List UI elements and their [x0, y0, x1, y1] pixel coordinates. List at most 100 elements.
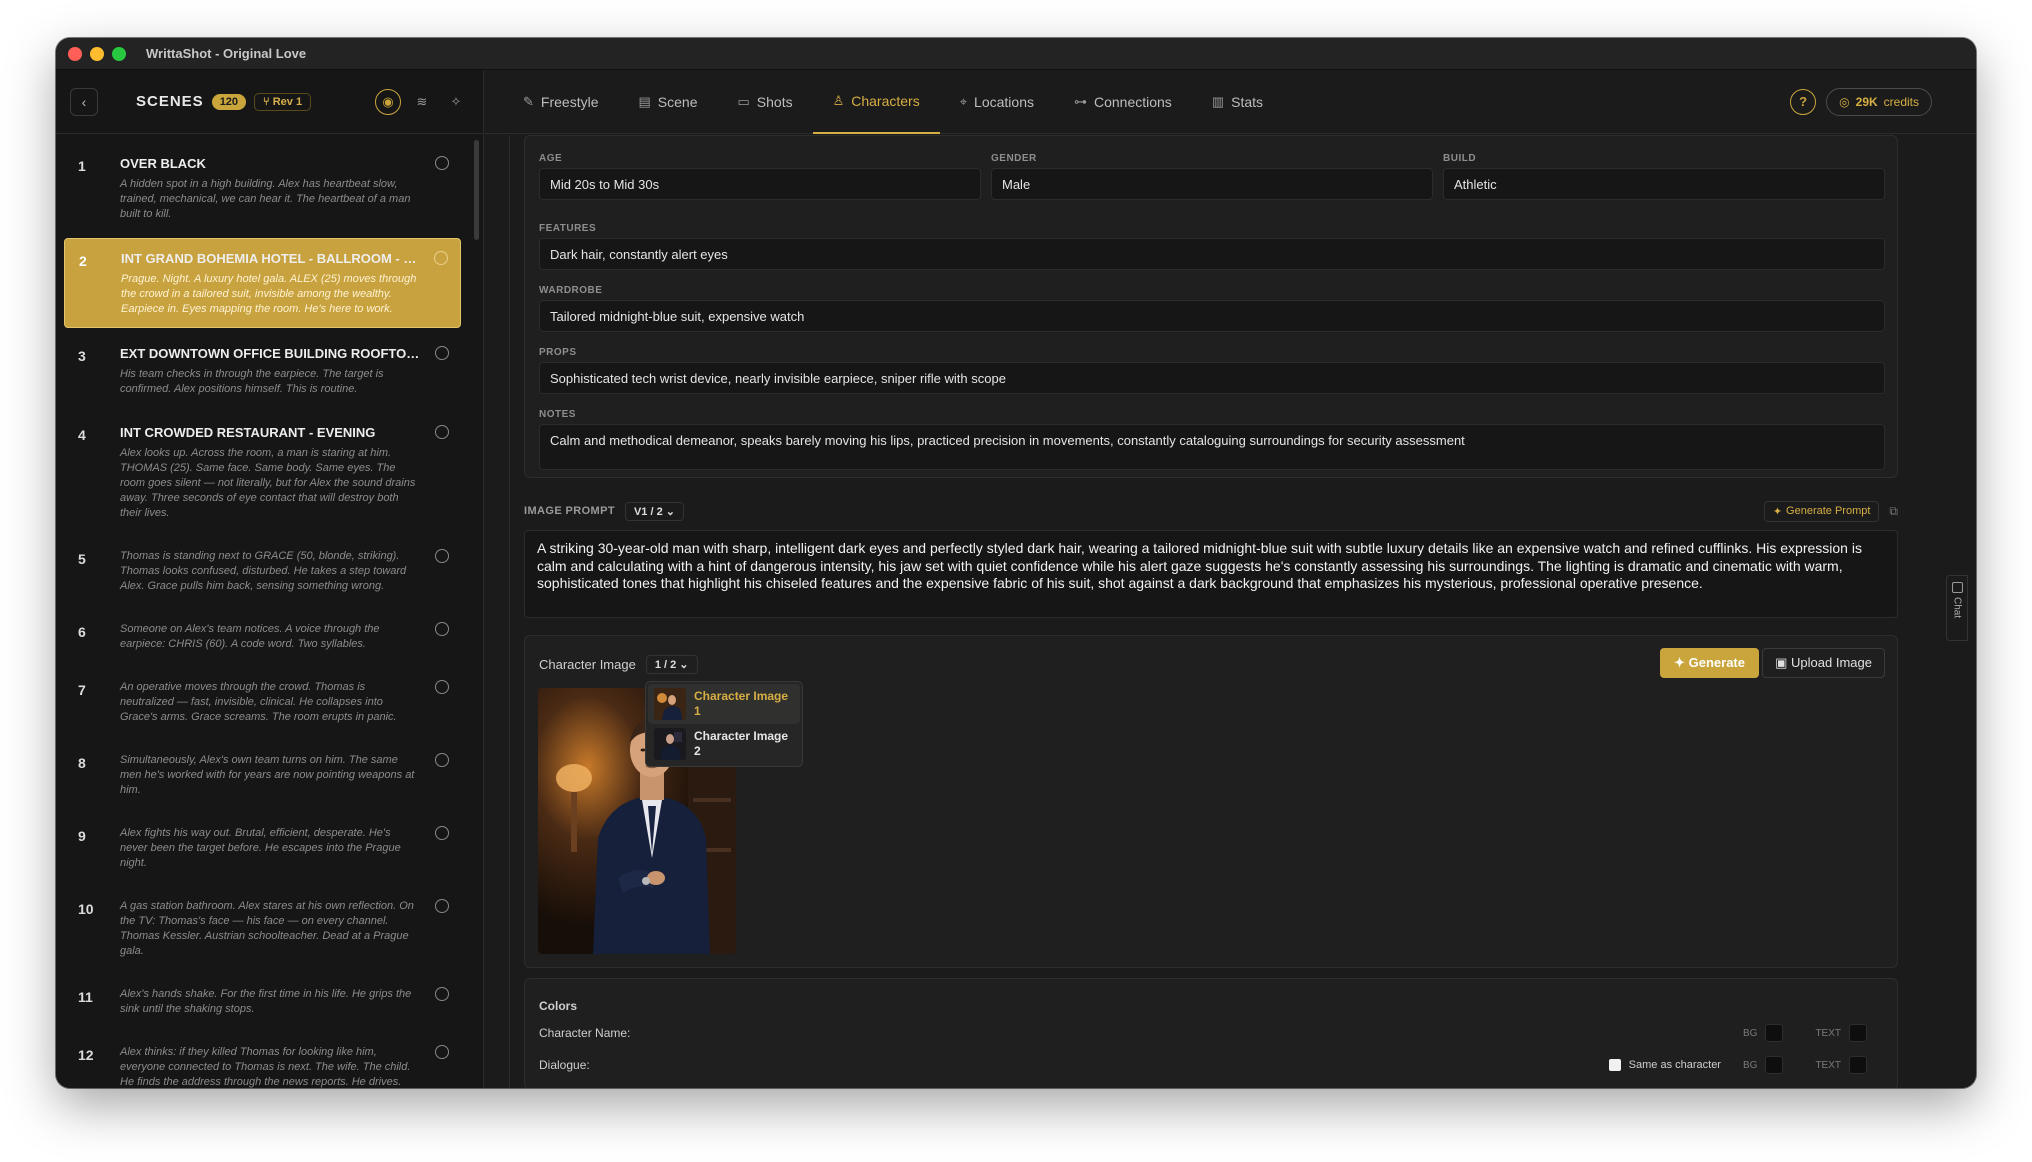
image-prompt-label: IMAGE PROMPT — [524, 505, 615, 517]
scene-status-circle[interactable] — [435, 899, 449, 913]
window-title: WrittaShot - Original Love — [146, 46, 307, 61]
back-button[interactable]: ‹ — [70, 87, 98, 116]
scene-status-circle[interactable] — [435, 346, 449, 360]
name-bg-color-swatch[interactable] — [1765, 1024, 1784, 1042]
chat-toggle[interactable]: Chat — [1946, 575, 1968, 641]
revision-label: Rev 1 — [272, 95, 303, 108]
build-field[interactable]: Athletic — [1443, 168, 1885, 200]
notes-field[interactable]: Calm and methodical demeanor, speaks bar… — [539, 424, 1885, 470]
scene-status-circle[interactable] — [435, 680, 449, 694]
scene-heading: INT GRAND BOHEMIA HOTEL - BALLROOM - NI.… — [121, 251, 420, 266]
dropdown-option-label: Character Image 2 — [694, 729, 789, 758]
tab-scene[interactable]: ▤ Scene — [618, 70, 717, 134]
same-as-character-checkbox[interactable] — [1608, 1059, 1621, 1071]
top-navigation: ✎ Freestyle ▤ Scene ▭ Shots ♙ Characters ⌖ Lo… — [485, 70, 1976, 134]
image-version-dropdown: Character Image 1 Character Image 2 — [645, 681, 803, 767]
eye-icon[interactable]: ◉ — [375, 88, 401, 115]
image-prompt-header: IMAGE PROMPT V1 / 2 ⌄ ✦ Generate Prompt ⧉ — [524, 500, 1898, 522]
branch-icon: ⑂ — [263, 95, 273, 108]
scene-item[interactable]: 4 INT CROWDED RESTAURANT - EVENING Alex … — [64, 413, 461, 531]
tab-connections[interactable]: ⊶ Connections — [1054, 70, 1192, 134]
name-text-color-swatch[interactable] — [1849, 1024, 1867, 1042]
revision-badge[interactable]: ⑂ Rev 1 — [254, 92, 312, 111]
scene-status-circle[interactable] — [435, 753, 449, 767]
tab-locations[interactable]: ⌖ Locations — [940, 70, 1054, 134]
image-icon: ▣ — [1775, 655, 1792, 670]
tab-stats[interactable]: ▥ Stats — [1192, 70, 1283, 134]
help-button[interactable]: ? — [1790, 88, 1817, 115]
scene-item[interactable]: 8 Simultaneously, Alex's own team turns … — [64, 741, 461, 808]
scene-item[interactable]: 12 Alex thinks: if they killed Thomas fo… — [64, 1033, 461, 1088]
upload-image-label: Upload Image — [1791, 655, 1872, 670]
age-field[interactable]: Mid 20s to Mid 30s — [539, 168, 981, 200]
upload-image-button[interactable]: ▣ Upload Image — [1762, 648, 1885, 678]
scene-item[interactable]: 9 Alex fights his way out. Brutal, effic… — [64, 814, 461, 881]
character-name-color-row: Character Name: BG TEXT — [539, 1023, 1867, 1043]
scene-status-circle[interactable] — [435, 549, 449, 563]
tab-label: Freestyle — [540, 93, 599, 110]
scene-item[interactable]: 3 EXT DOWNTOWN OFFICE BUILDING ROOFTOP -… — [64, 334, 461, 407]
scene-status-circle[interactable] — [434, 251, 448, 265]
notes-label: NOTES — [539, 409, 576, 420]
character-image-label: Character Image — [539, 657, 636, 672]
image-prompt-textarea[interactable]: A striking 30-year-old man with sharp, i… — [524, 530, 1898, 618]
scene-item[interactable]: 6 Someone on Alex's team notices. A voic… — [64, 610, 461, 662]
scene-status-circle[interactable] — [435, 987, 449, 1001]
dialogue-text-color-swatch[interactable] — [1849, 1056, 1867, 1074]
sidebar-scrollbar[interactable] — [474, 140, 479, 240]
scene-item[interactable]: 5 Thomas is standing next to GRACE (50, … — [64, 537, 461, 604]
tab-shots[interactable]: ▭ Shots — [717, 70, 812, 134]
dropdown-option-image-1[interactable]: Character Image 1 — [648, 684, 800, 724]
chevron-down-icon: ⌄ — [665, 505, 675, 518]
gender-label: GENDER — [991, 153, 1037, 164]
bg-label: BG — [1742, 1059, 1758, 1071]
bg-label: BG — [1742, 1027, 1758, 1039]
props-field[interactable]: Sophisticated tech wrist device, nearly … — [539, 362, 1885, 394]
tab-freestyle[interactable]: ✎ Freestyle — [503, 70, 618, 134]
scene-status-circle[interactable] — [435, 425, 449, 439]
scene-item[interactable]: 10 A gas station bathroom. Alex stares a… — [64, 887, 461, 969]
character-name-swatches: BG TEXT — [1743, 1024, 1867, 1042]
generate-image-button[interactable]: ✦ Generate — [1660, 648, 1759, 678]
scene-item-selected[interactable]: 2 INT GRAND BOHEMIA HOTEL - BALLROOM - N… — [64, 238, 461, 328]
document-icon: ▤ — [638, 93, 651, 109]
prompt-version-select[interactable]: V1 / 2 ⌄ — [624, 501, 684, 521]
layers-icon[interactable]: ≋ — [409, 89, 435, 115]
scene-item[interactable]: 7 An operative moves through the crowd. … — [64, 668, 461, 735]
generate-prompt-button[interactable]: ✦ Generate Prompt — [1763, 500, 1880, 522]
help-icon: ? — [1799, 94, 1808, 109]
tab-label: Scene — [657, 93, 698, 110]
scene-status-circle[interactable] — [435, 156, 449, 170]
sidebar-header: ‹ SCENES 120 ⑂ Rev 1 ◉ ≋ ✧ — [56, 70, 483, 134]
text-label: TEXT — [1815, 1059, 1841, 1071]
scene-number: 2 — [79, 253, 87, 269]
tab-characters[interactable]: ♙ Characters — [812, 70, 940, 134]
dropdown-option-image-2[interactable]: Character Image 2 — [648, 724, 800, 764]
tab-label: Stats — [1231, 93, 1264, 110]
text-label: TEXT — [1815, 1027, 1841, 1039]
scene-status-circle[interactable] — [435, 622, 449, 636]
character-name-color-label: Character Name: — [539, 1026, 631, 1040]
minimize-window-button[interactable] — [90, 46, 104, 61]
credits-button[interactable]: ◎ 29K credits — [1826, 87, 1932, 116]
scene-status-circle[interactable] — [435, 826, 449, 840]
dialogue-bg-color-swatch[interactable] — [1765, 1056, 1784, 1074]
scene-number: 1 — [78, 158, 86, 174]
scene-description: Alex fights his way out. Brutal, efficie… — [120, 827, 401, 869]
features-field[interactable]: Dark hair, constantly alert eyes — [539, 238, 1885, 270]
edit-icon: ✎ — [523, 93, 534, 109]
chat-icon — [1951, 582, 1963, 593]
scene-number: 8 — [78, 755, 86, 771]
wardrobe-field[interactable]: Tailored midnight-blue suit, expensive w… — [539, 300, 1885, 332]
image-version-select[interactable]: 1 / 2 ⌄ — [645, 655, 698, 674]
scene-status-circle[interactable] — [435, 1045, 449, 1059]
thumbnail-image — [654, 728, 686, 760]
gender-field[interactable]: Male — [991, 168, 1433, 200]
character-details-card: AGE Mid 20s to Mid 30s GENDER Male BUILD… — [524, 135, 1898, 478]
close-window-button[interactable] — [68, 46, 82, 61]
magic-icon[interactable]: ✧ — [443, 89, 469, 115]
zoom-window-button[interactable] — [112, 46, 126, 61]
copy-icon[interactable]: ⧉ — [1889, 504, 1898, 519]
scene-item[interactable]: 1 OVER BLACK A hidden spot in a high bui… — [64, 144, 461, 232]
scene-item[interactable]: 11 Alex's hands shake. For the first tim… — [64, 975, 461, 1027]
